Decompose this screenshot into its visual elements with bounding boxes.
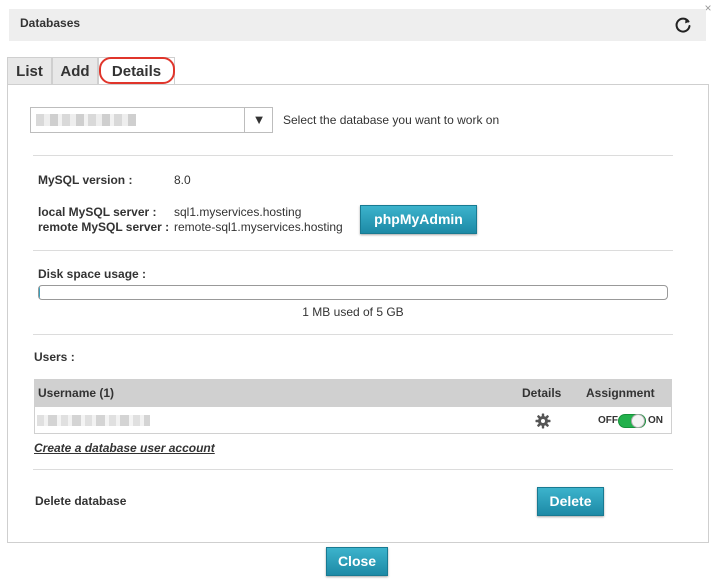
divider [33,334,673,335]
header-bar [9,9,706,41]
tab-list[interactable]: List [7,57,52,85]
disk-usage-text: 1 MB used of 5 GB [302,305,404,319]
disk-usage-label: Disk space usage : [38,267,147,281]
mysql-version-label: MySQL version : [38,173,133,187]
chevron-down-icon[interactable]: ▼ [244,107,273,133]
toggle-off-label: OFF [598,415,618,426]
column-username: Username (1) [38,386,115,400]
local-server-value: sql1.myservices.hosting [174,205,302,219]
tab-details[interactable]: Details [98,57,175,86]
toggle-on-label: ON [648,415,663,426]
database-select-value-redacted: [redacted] [36,114,136,126]
users-table-header [34,379,672,407]
divider [33,250,673,251]
page-title: Databases [20,16,81,30]
mysql-version-value: 8.0 [174,173,191,187]
gear-icon[interactable] [535,413,551,429]
refresh-icon[interactable] [672,14,694,36]
close-button[interactable]: Close [326,547,388,576]
username-redacted: [redacted] [37,415,150,426]
divider [33,469,673,470]
database-select-hint: Select the database you want to work on [283,113,500,127]
toggle-knob [631,414,645,428]
delete-button[interactable]: Delete [537,487,604,516]
remote-server-value: remote-sql1.myservices.hosting [174,220,343,234]
users-section-label: Users : [34,350,75,364]
disk-usage-bar [38,285,668,300]
column-details: Details [522,386,562,400]
delete-database-label: Delete database [35,494,127,508]
create-user-link[interactable]: Create a database user account [34,441,215,455]
local-server-label: local MySQL server : [38,205,157,219]
phpmyadmin-button[interactable]: phpMyAdmin [360,205,477,234]
tab-add[interactable]: Add [52,57,98,85]
assignment-toggle[interactable] [618,414,646,428]
divider [33,155,673,156]
column-assignment: Assignment [586,386,655,400]
remote-server-label: remote MySQL server : [38,220,170,234]
